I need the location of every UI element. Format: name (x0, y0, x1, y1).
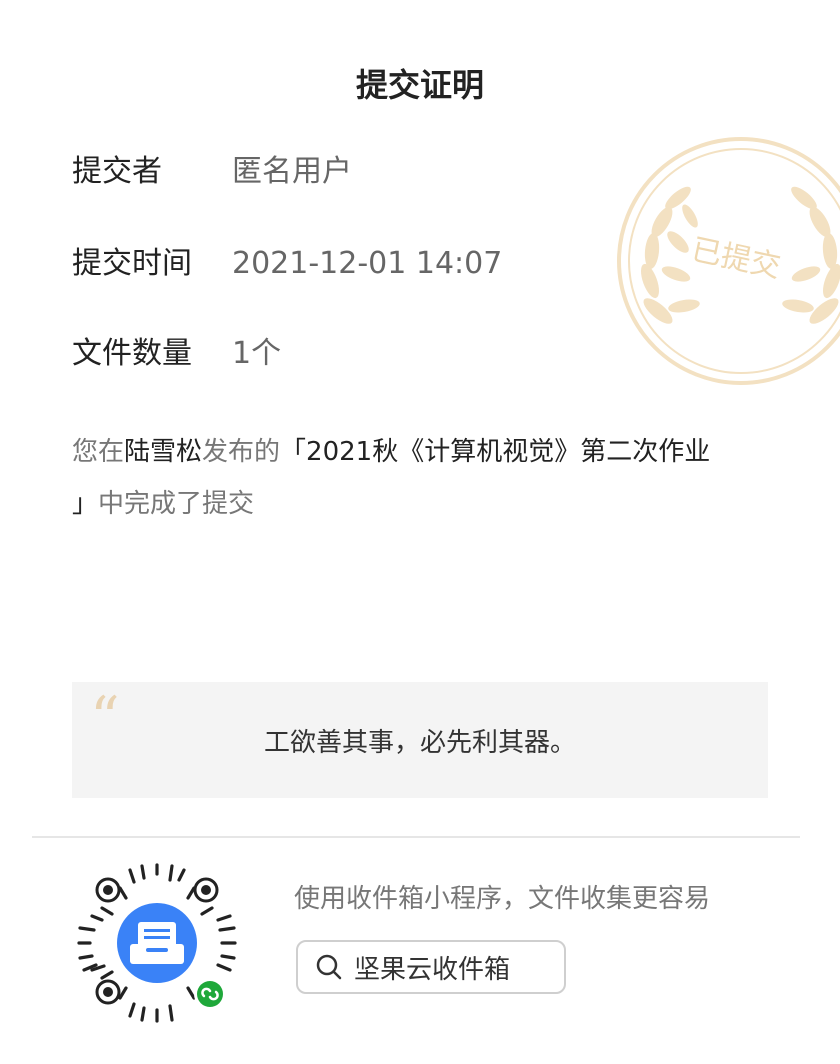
file-count-value: 1个 (232, 336, 282, 371)
submitter-row: 提交者 匿名用户 (72, 152, 352, 192)
search-inbox-button[interactable]: 坚果云收件箱 (296, 940, 566, 994)
promo-text: 使用收件箱小程序，文件收集更容易 (294, 884, 711, 914)
publisher-name: 陆雪松 (124, 437, 203, 467)
mini-program-link-icon (197, 981, 223, 1007)
inbox-tray-icon (130, 922, 184, 964)
quote-text: 工欲善其事，必先利其器。 (263, 728, 576, 758)
stamp-text: 已提交 (688, 232, 783, 285)
submit-time-value: 2021-12-01 14:07 (232, 246, 503, 281)
submit-time-row: 提交时间 2021-12-01 14:07 (72, 244, 502, 284)
search-icon (316, 954, 342, 980)
submit-time-label: 提交时间 (72, 246, 192, 281)
file-count-row: 文件数量 1个 (72, 334, 281, 374)
submitter-label: 提交者 (72, 154, 162, 189)
submitter-value: 匿名用户 (232, 154, 352, 189)
submitted-stamp: 已提交 (617, 137, 840, 385)
page-title: 提交证明 (355, 66, 484, 104)
mini-program-qr-code (77, 863, 237, 1023)
desc-suffix: 中完成了提交 (98, 489, 255, 519)
task-title: 「2021秋《计算机视觉》第二次作业 (280, 437, 711, 467)
laurel-right-icon (782, 186, 840, 324)
task-title-end: 」 (72, 489, 99, 519)
desc-prefix: 您在 (72, 437, 125, 467)
submission-description: 您在陆雪松发布的「2021秋《计算机视觉》第二次作业」中完成了提交 (72, 426, 772, 530)
desc-mid: 发布的 (202, 437, 281, 467)
quote-box: “ 工欲善其事，必先利其器。 (72, 682, 768, 798)
file-count-label: 文件数量 (72, 336, 192, 371)
search-inbox-label: 坚果云收件箱 (354, 954, 511, 985)
divider (32, 836, 800, 838)
